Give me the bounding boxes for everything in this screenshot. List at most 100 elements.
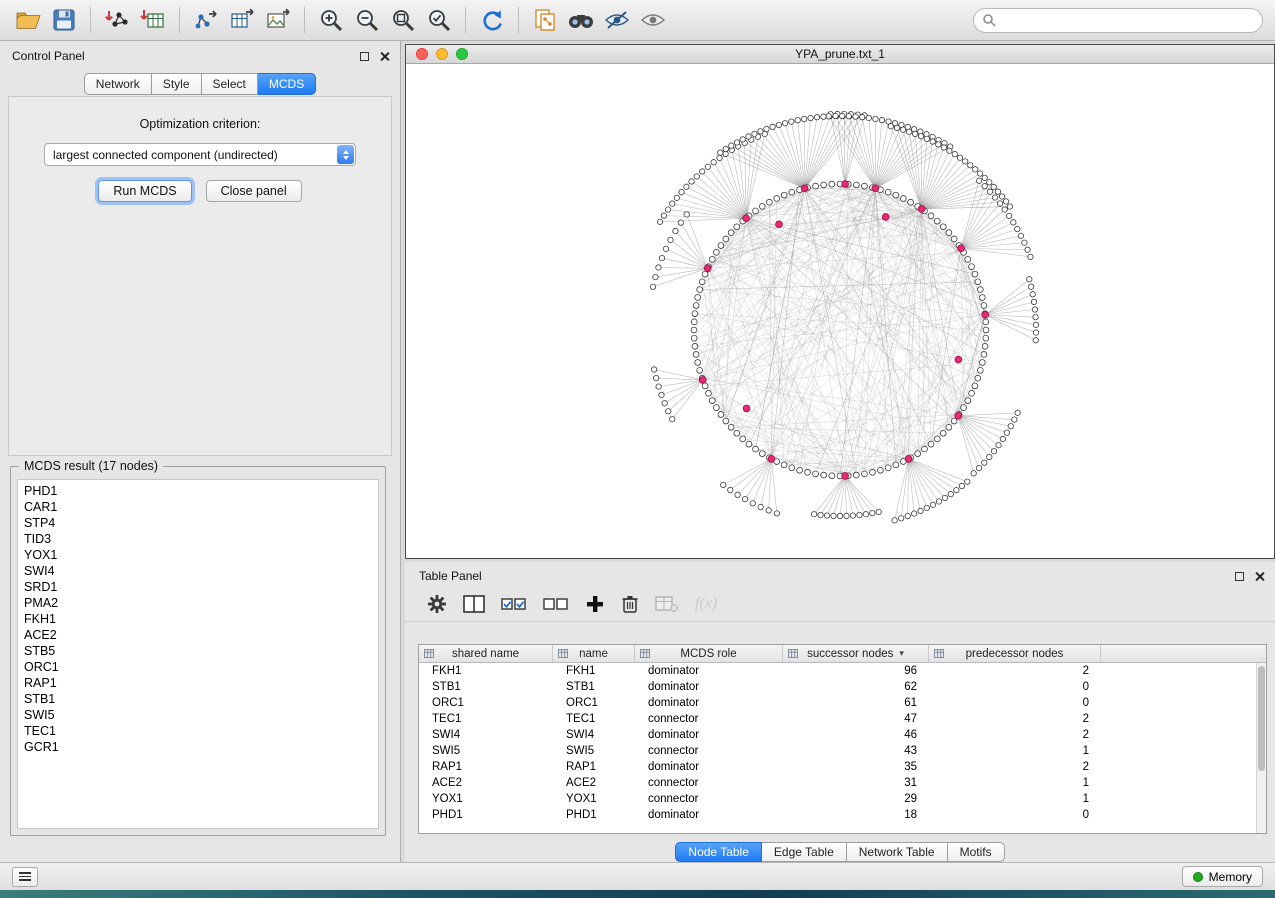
table-cell: TEC1: [553, 713, 635, 725]
tab-node-table[interactable]: Node Table: [675, 842, 762, 862]
function-builder-icon[interactable]: f(x): [695, 590, 717, 618]
first-neighbors-icon[interactable]: [563, 4, 599, 36]
delete-table-icon[interactable]: [655, 590, 679, 618]
table-row[interactable]: ACE2ACE2connector311: [419, 775, 1256, 791]
mcds-result-item[interactable]: ORC1: [24, 659, 378, 675]
zoom-selected-icon[interactable]: [421, 4, 457, 36]
close-table-panel-icon[interactable]: [1254, 571, 1265, 582]
export-table-icon[interactable]: [224, 4, 260, 36]
table-panel: Table Panel: [405, 562, 1275, 862]
zoom-in-icon[interactable]: [313, 4, 349, 36]
criterion-dropdown[interactable]: largest connected component (undirected): [44, 143, 356, 166]
column-label: successor nodes: [807, 648, 893, 660]
search-input[interactable]: [1001, 10, 1262, 30]
mcds-result-list[interactable]: PHD1CAR1STP4TID3YOX1SWI4SRD1PMA2FKH1ACE2…: [17, 479, 379, 829]
table-row[interactable]: SWI5SWI5connector431: [419, 743, 1256, 759]
tab-edge-table[interactable]: Edge Table: [762, 842, 847, 862]
column-header-predecessor-nodes[interactable]: predecessor nodes: [929, 645, 1101, 662]
refresh-layout-icon: [478, 7, 506, 33]
close-panel-icon[interactable]: [379, 51, 390, 62]
mcds-result-item[interactable]: FKH1: [24, 611, 378, 627]
table-row[interactable]: STB1STB1dominator620: [419, 679, 1256, 695]
zoom-in-icon: [318, 7, 344, 33]
tab-select[interactable]: Select: [202, 73, 258, 95]
toolbar-separator: [90, 7, 91, 33]
column-grid-icon: [640, 649, 650, 658]
table-row[interactable]: TEC1TEC1connector472: [419, 711, 1256, 727]
close-panel-button[interactable]: Close panel: [206, 180, 302, 202]
zoom-fit-icon[interactable]: [385, 4, 421, 36]
open-folder-icon[interactable]: [10, 4, 46, 36]
show-all-icon: [639, 9, 667, 31]
column-header-shared-name[interactable]: shared name: [419, 645, 553, 662]
table-cell: RAP1: [553, 761, 635, 773]
table-cell: dominator: [635, 729, 783, 741]
save-icon[interactable]: [46, 4, 82, 36]
mcds-result-item[interactable]: ACE2: [24, 627, 378, 643]
show-all-icon[interactable]: [635, 4, 671, 36]
zoom-fit-icon: [390, 7, 416, 33]
import-table-icon[interactable]: [135, 4, 171, 36]
mcds-result-item[interactable]: PMA2: [24, 595, 378, 611]
column-header-mcds-role[interactable]: MCDS role: [635, 645, 783, 662]
network-window-titlebar[interactable]: YPA_prune.txt_1: [406, 45, 1274, 64]
import-network-icon[interactable]: [99, 4, 135, 36]
tab-network[interactable]: Network: [84, 73, 152, 95]
tab-mcds[interactable]: MCDS: [258, 73, 316, 95]
table-row[interactable]: ORC1ORC1dominator610: [419, 695, 1256, 711]
show-column-icon[interactable]: [463, 590, 485, 618]
float-panel-icon[interactable]: [360, 52, 369, 61]
mcds-result-item[interactable]: STB5: [24, 643, 378, 659]
add-column-icon[interactable]: [585, 590, 605, 618]
table-scrollbar[interactable]: [1256, 663, 1266, 833]
memory-label: Memory: [1209, 870, 1252, 884]
scrollbar-thumb[interactable]: [1258, 666, 1265, 771]
column-header-name[interactable]: name: [553, 645, 635, 662]
mcds-result-item[interactable]: RAP1: [24, 675, 378, 691]
mcds-result-item[interactable]: STP4: [24, 515, 378, 531]
table-cell: 0: [929, 697, 1101, 709]
clone-network-icon: [532, 7, 558, 33]
zoom-out-icon[interactable]: [349, 4, 385, 36]
network-canvas[interactable]: [406, 64, 1274, 558]
table-row[interactable]: PHD1PHD1dominator180: [419, 807, 1256, 823]
hide-selected-icon[interactable]: [599, 4, 635, 36]
table-settings-gear-icon[interactable]: [427, 590, 447, 618]
mcds-result-item[interactable]: STB1: [24, 691, 378, 707]
tab-style[interactable]: Style: [152, 73, 202, 95]
column-label: MCDS role: [680, 648, 736, 660]
mcds-result-item[interactable]: CAR1: [24, 499, 378, 515]
clone-network-icon[interactable]: [527, 4, 563, 36]
task-history-icon[interactable]: [12, 867, 38, 887]
table-row[interactable]: YOX1YOX1connector291: [419, 791, 1256, 807]
column-header-successor-nodes[interactable]: successor nodes ▾: [783, 645, 929, 662]
memory-button[interactable]: Memory: [1182, 866, 1263, 887]
tab-network-table[interactable]: Network Table: [847, 842, 948, 862]
mcds-result-item[interactable]: TID3: [24, 531, 378, 547]
run-mcds-button[interactable]: Run MCDS: [98, 180, 191, 202]
table-panel-title: Table Panel: [419, 569, 482, 583]
refresh-layout-icon[interactable]: [474, 4, 510, 36]
mcds-result-item[interactable]: PHD1: [24, 483, 378, 499]
deselect-all-icon[interactable]: [543, 590, 569, 618]
table-row[interactable]: SWI4SWI4dominator462: [419, 727, 1256, 743]
mcds-result-item[interactable]: SWI5: [24, 707, 378, 723]
mcds-result-item[interactable]: SRD1: [24, 579, 378, 595]
mcds-result-item[interactable]: YOX1: [24, 547, 378, 563]
table-row[interactable]: FKH1FKH1dominator962: [419, 663, 1256, 679]
table-cell: 1: [929, 793, 1101, 805]
table-cell: STB1: [419, 681, 553, 693]
toolbar-separator: [465, 7, 466, 33]
mcds-result-item[interactable]: TEC1: [24, 723, 378, 739]
select-all-icon[interactable]: [501, 590, 527, 618]
network-view-window: YPA_prune.txt_1: [405, 44, 1275, 559]
table-row[interactable]: RAP1RAP1dominator352: [419, 759, 1256, 775]
tab-motifs[interactable]: Motifs: [948, 842, 1005, 862]
export-network-icon[interactable]: [188, 4, 224, 36]
export-image-icon[interactable]: [260, 4, 296, 36]
delete-column-icon[interactable]: [621, 590, 639, 618]
float-table-panel-icon[interactable]: [1235, 572, 1244, 581]
mcds-result-item[interactable]: GCR1: [24, 739, 378, 755]
first-neighbors-icon: [566, 8, 596, 32]
mcds-result-item[interactable]: SWI4: [24, 563, 378, 579]
